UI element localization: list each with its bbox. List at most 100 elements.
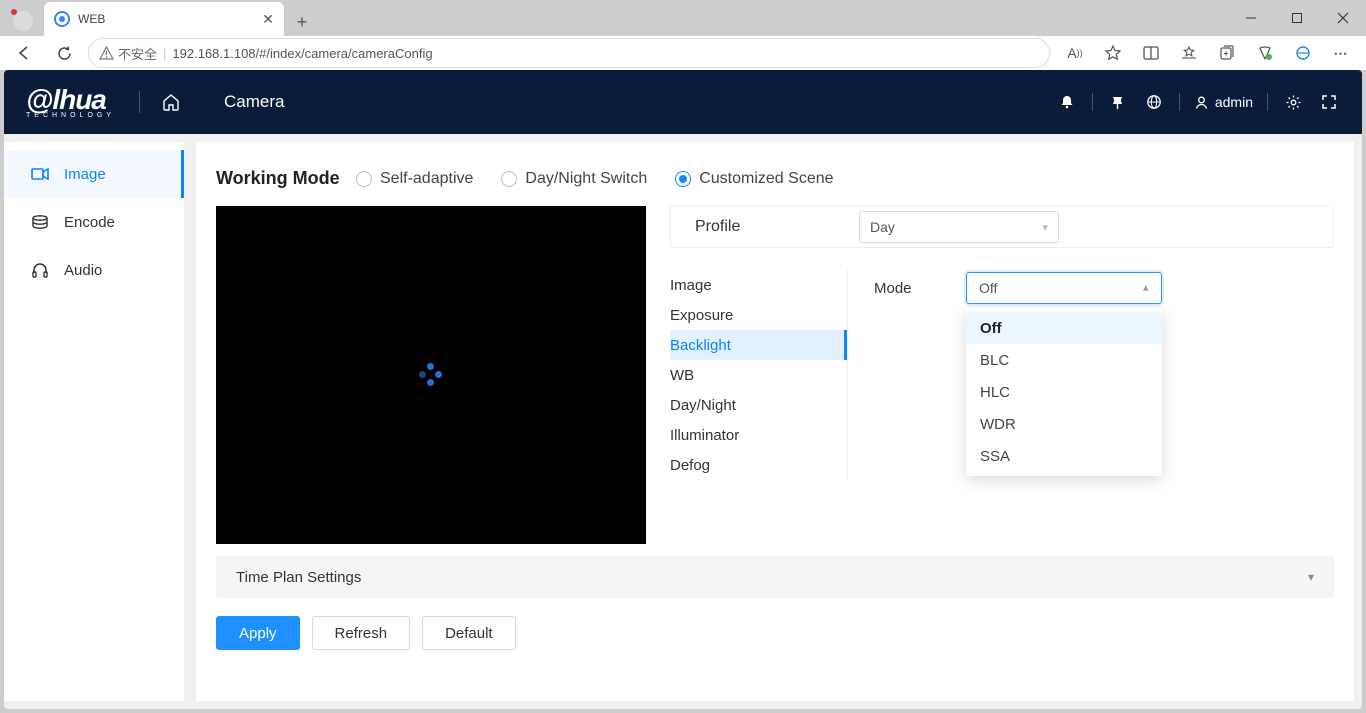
- vtab-illuminator[interactable]: Illuminator: [670, 420, 847, 450]
- mode-row: Mode Off ▾ Off BLC: [874, 272, 1334, 304]
- mode-option-off[interactable]: Off: [966, 312, 1162, 344]
- url-text: 192.168.1.108/#/index/camera/cameraConfi…: [172, 46, 432, 61]
- radio-label: Self-adaptive: [380, 170, 473, 188]
- browser-chrome: WEB ✕ + 不安全 | 192.: [0, 0, 1366, 70]
- more-icon[interactable]: ⋯: [1324, 38, 1358, 68]
- collections-icon[interactable]: [1210, 38, 1244, 68]
- browser-tab[interactable]: WEB ✕: [44, 2, 284, 36]
- mode-dropdown: Off ▾ Off BLC HLC WDR SSA: [966, 272, 1162, 304]
- video-preview: [216, 206, 646, 544]
- vertical-tabs: Image Exposure Backlight WB Day/Night Il…: [670, 270, 848, 480]
- sidebar-item-audio[interactable]: Audio: [4, 246, 184, 294]
- vtab-exposure[interactable]: Exposure: [670, 300, 847, 330]
- pin-icon[interactable]: [1107, 91, 1129, 113]
- header-right: admin: [1056, 91, 1340, 113]
- header-separator: [139, 91, 140, 113]
- working-mode-radios: Self-adaptive Day/Night Switch Customize…: [356, 170, 834, 188]
- vtab-day-night[interactable]: Day/Night: [670, 390, 847, 420]
- vtab-label: Exposure: [670, 307, 733, 324]
- vtab-wb[interactable]: WB: [670, 360, 847, 390]
- browser-profile-button[interactable]: [6, 6, 40, 36]
- mode-option-hlc[interactable]: HLC: [966, 376, 1162, 408]
- page-title: Camera: [224, 92, 284, 112]
- security-text: 不安全: [118, 44, 157, 63]
- vtab-label: Image: [670, 277, 712, 294]
- vtab-label: WB: [670, 367, 694, 384]
- favorites-bar-icon[interactable]: [1172, 38, 1206, 68]
- gear-icon[interactable]: [1282, 91, 1304, 113]
- form-area: Mode Off ▾ Off BLC: [848, 270, 1334, 480]
- favorite-icon[interactable]: [1096, 38, 1130, 68]
- loading-spinner-icon: [419, 363, 443, 387]
- main-panel: Working Mode Self-adaptive Day/Night Swi…: [196, 142, 1354, 701]
- sidebar-item-label: Encode: [64, 214, 115, 231]
- security-indicator[interactable]: 不安全: [99, 44, 157, 63]
- columns: Profile Day ▾ Image Exposure Backlight: [216, 206, 1334, 544]
- radio-customized-scene[interactable]: Customized Scene: [675, 170, 833, 188]
- refresh-button[interactable]: [48, 37, 80, 69]
- back-button[interactable]: [8, 37, 40, 69]
- tab-close-icon[interactable]: ✕: [262, 11, 274, 28]
- profile-icon: [13, 11, 33, 31]
- tab-favicon: [54, 11, 70, 27]
- app-window: @alhualhua TECHNOLOGY Camera admin: [4, 70, 1362, 709]
- vtab-label: Defog: [670, 457, 710, 474]
- home-icon[interactable]: [160, 91, 182, 113]
- url-input[interactable]: 不安全 | 192.168.1.108/#/index/camera/camer…: [88, 38, 1050, 68]
- chevron-down-icon: ▾: [1308, 570, 1314, 584]
- user-icon: [1194, 95, 1209, 110]
- sidebar-item-image[interactable]: Image: [4, 150, 184, 198]
- ie-mode-icon[interactable]: [1286, 38, 1320, 68]
- warning-icon: [99, 46, 114, 61]
- window-controls: [1228, 0, 1366, 36]
- button-label: Default: [445, 625, 493, 642]
- chevron-up-icon: ▾: [1143, 282, 1149, 295]
- new-tab-button[interactable]: +: [288, 8, 316, 36]
- mode-options-list: Off BLC HLC WDR SSA: [966, 308, 1162, 476]
- performance-icon[interactable]: [1248, 38, 1282, 68]
- refresh-button[interactable]: Refresh: [312, 616, 411, 650]
- globe-icon[interactable]: [1143, 91, 1165, 113]
- button-label: Apply: [239, 625, 277, 642]
- tab-strip: WEB ✕ +: [0, 0, 1366, 36]
- headphones-icon: [30, 262, 50, 278]
- vtab-backlight[interactable]: Backlight: [670, 330, 847, 360]
- radio-day-night-switch[interactable]: Day/Night Switch: [501, 170, 647, 188]
- mode-option-blc[interactable]: BLC: [966, 344, 1162, 376]
- mode-option-wdr[interactable]: WDR: [966, 408, 1162, 440]
- vtab-label: Backlight: [670, 337, 731, 354]
- split-screen-icon[interactable]: [1134, 38, 1168, 68]
- vtab-defog[interactable]: Defog: [670, 450, 847, 480]
- header-separator: [1267, 93, 1268, 111]
- option-label: BLC: [980, 352, 1009, 369]
- window-maximize-button[interactable]: [1274, 0, 1320, 36]
- option-label: Off: [980, 320, 1002, 337]
- fullscreen-icon[interactable]: [1318, 91, 1340, 113]
- window-minimize-button[interactable]: [1228, 0, 1274, 36]
- mode-value: Off: [979, 280, 997, 296]
- profile-value: Day: [870, 219, 895, 235]
- mode-option-ssa[interactable]: SSA: [966, 440, 1162, 472]
- default-button[interactable]: Default: [422, 616, 516, 650]
- vtab-image[interactable]: Image: [670, 270, 847, 300]
- settings-row: Image Exposure Backlight WB Day/Night Il…: [670, 270, 1334, 480]
- apply-button[interactable]: Apply: [216, 616, 300, 650]
- radio-label: Day/Night Switch: [525, 170, 647, 188]
- sidebar-item-encode[interactable]: Encode: [4, 198, 184, 246]
- option-label: SSA: [980, 448, 1010, 465]
- mode-select[interactable]: Off ▾: [966, 272, 1162, 304]
- app-body: Image Encode Audio Working Mode: [4, 134, 1362, 709]
- tab-title: WEB: [78, 12, 254, 26]
- user-name: admin: [1215, 94, 1253, 110]
- read-aloud-icon[interactable]: A)): [1058, 38, 1092, 68]
- time-plan-collapse[interactable]: Time Plan Settings ▾: [216, 556, 1334, 598]
- radio-self-adaptive[interactable]: Self-adaptive: [356, 170, 473, 188]
- chevron-down-icon: ▾: [1042, 221, 1048, 234]
- working-mode-label: Working Mode: [216, 168, 356, 189]
- user-menu[interactable]: admin: [1194, 94, 1253, 110]
- sidebar-item-label: Audio: [64, 262, 102, 279]
- address-bar: 不安全 | 192.168.1.108/#/index/camera/camer…: [0, 36, 1366, 70]
- bell-icon[interactable]: [1056, 91, 1078, 113]
- profile-select[interactable]: Day ▾: [859, 211, 1059, 243]
- window-close-button[interactable]: [1320, 0, 1366, 36]
